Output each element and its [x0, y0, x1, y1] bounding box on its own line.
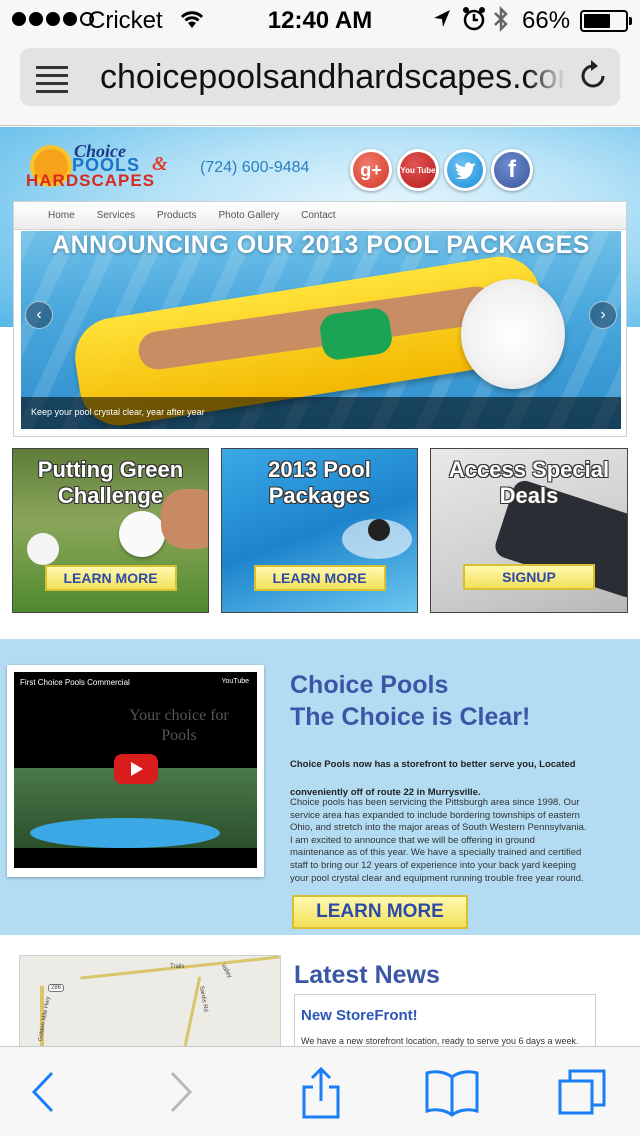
battery-percentage: 66%	[522, 7, 571, 34]
news-item-text: We have a new storefront location, ready…	[301, 1036, 579, 1046]
promo-title: 2013 Pool Packages	[268, 457, 371, 508]
golf-ball-image	[119, 511, 165, 557]
nav-services[interactable]: Services	[97, 210, 135, 221]
bookmarks-icon[interactable]	[424, 1067, 484, 1117]
battery-icon	[580, 10, 632, 32]
map-label: Sardis Rd	[197, 985, 209, 1013]
back-icon[interactable]	[24, 1067, 84, 1117]
map-label: Trails	[170, 964, 185, 970]
tabs-icon[interactable]	[556, 1067, 616, 1117]
video-title[interactable]: First Choice Pools Commercial	[20, 678, 130, 687]
slider-caption-bar: Keep your pool crystal clear, year after…	[21, 397, 621, 429]
share-icon[interactable]	[296, 1066, 356, 1119]
video-embed[interactable]: Your choice for Pools First Choice Pools…	[7, 665, 264, 877]
learn-more-button[interactable]: LEARN MORE	[253, 565, 386, 591]
bluetooth-icon	[492, 5, 510, 39]
status-bar: Cricket 12:40 AM 66%	[0, 0, 640, 40]
promo-pool-packages[interactable]: 2013 Pool Packages LEARN MORE	[221, 448, 418, 613]
phone-number[interactable]: (724) 600-9484	[200, 159, 309, 177]
sun-hat-image	[461, 279, 565, 389]
nav-products[interactable]: Products	[157, 210, 196, 221]
reload-icon[interactable]	[578, 58, 608, 99]
forward-icon[interactable]	[160, 1067, 220, 1117]
about-subheading: The Choice is Clear!	[290, 703, 531, 731]
url-text[interactable]: choicepoolsandhardscapes.com	[100, 58, 566, 97]
site-main-frame: Home Services Products Photo Gallery Con…	[13, 201, 627, 437]
location-arrow-icon	[432, 8, 452, 37]
about-heading: Choice Pools	[290, 671, 449, 699]
nav-photo-gallery[interactable]: Photo Gallery	[219, 210, 280, 221]
nav-contact[interactable]: Contact	[301, 210, 335, 221]
slider-title: ANNOUNCING OUR 2013 POOL PACKAGES	[52, 231, 590, 259]
about-body: Choice pools has been servicing the Pitt…	[290, 797, 587, 884]
promo-putting-green[interactable]: Putting Green Challenge LEARN MORE	[12, 448, 209, 613]
learn-more-button[interactable]: LEARN MORE	[44, 565, 177, 591]
news-item-title[interactable]: New StoreFront!	[301, 1007, 418, 1024]
google-plus-icon[interactable]: g+	[350, 149, 392, 191]
nav-home[interactable]: Home	[48, 210, 75, 221]
browser-toolbar	[0, 1046, 640, 1136]
site-nav: Home Services Products Photo Gallery Con…	[14, 202, 626, 230]
news-heading: Latest News	[294, 961, 440, 989]
slider-prev-button[interactable]: ‹	[25, 301, 53, 329]
alarm-clock-icon	[462, 6, 486, 39]
play-button-icon[interactable]	[114, 754, 158, 784]
hero-slider[interactable]: ANNOUNCING OUR 2013 POOL PACKAGES ‹ › Ke…	[21, 231, 621, 429]
youtube-label[interactable]: YouTube	[221, 678, 249, 685]
map-label: Valley	[219, 962, 233, 980]
swimmer-image	[368, 519, 390, 541]
about-section: Your choice for Pools First Choice Pools…	[0, 639, 640, 935]
signup-button[interactable]: SIGNUP	[463, 564, 595, 590]
facebook-icon[interactable]: f	[491, 149, 533, 191]
web-page: Choice POOLS & HARDSCAPES (724) 600-9484…	[0, 127, 640, 1046]
slider-next-button[interactable]: ›	[589, 301, 617, 329]
promo-special-deals[interactable]: Access Special Deals SIGNUP	[430, 448, 628, 613]
promo-title: Access Special Deals	[448, 457, 610, 508]
promo-title: Putting Green Challenge	[37, 457, 184, 508]
reader-list-icon[interactable]	[36, 66, 68, 98]
address-bar[interactable]: choicepoolsandhardscapes.com	[20, 48, 620, 106]
map-route-badge: 286	[48, 984, 65, 992]
slider-caption: Keep your pool crystal clear, year after…	[31, 407, 205, 417]
twitter-icon[interactable]	[444, 149, 486, 191]
site-logo[interactable]: Choice POOLS & HARDSCAPES	[26, 135, 176, 193]
video-watermark: Your choice for Pools	[129, 707, 229, 744]
about-learn-more-button[interactable]: LEARN MORE	[292, 895, 468, 929]
news-item[interactable]: New StoreFront! We have a new storefront…	[294, 994, 596, 1046]
golf-ball-image	[27, 533, 59, 565]
location-map[interactable]: Trails Golden Mile Hwy Sardis Rd 286 Val…	[19, 955, 281, 1046]
youtube-icon[interactable]: You Tube	[397, 149, 439, 191]
logo-hardscapes: HARDSCAPES	[26, 171, 156, 190]
browser-address-area: choicepoolsandhardscapes.com	[0, 40, 640, 126]
